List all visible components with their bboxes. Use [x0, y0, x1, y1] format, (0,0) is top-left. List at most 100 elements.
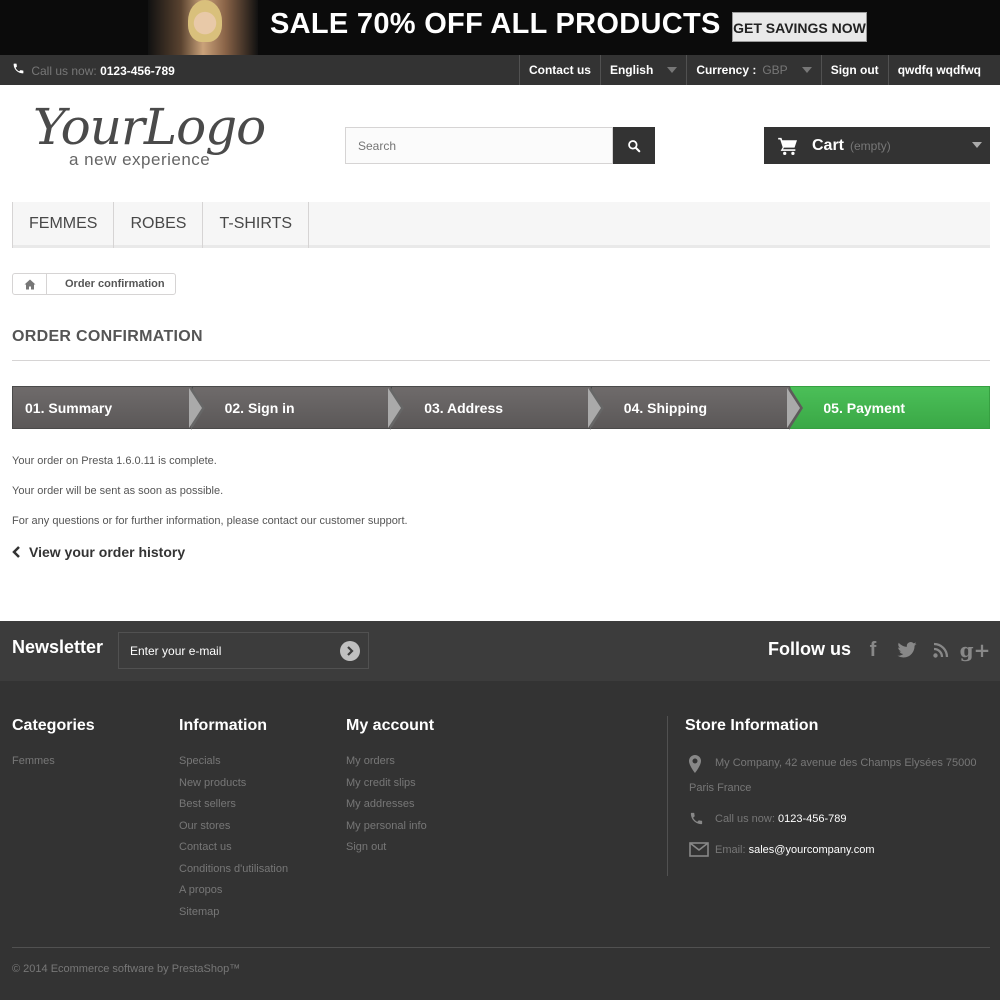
search-input[interactable] — [345, 127, 613, 164]
step-label: 02. Sign in — [224, 400, 295, 416]
sign-out-link[interactable]: Sign out — [820, 55, 888, 85]
order-sent-message: Your order will be sent as soon as possi… — [12, 485, 224, 497]
home-icon — [24, 279, 35, 289]
step-label: 04. Shipping — [623, 400, 708, 416]
footer-link[interactable]: A propos — [179, 880, 288, 902]
main-menu: Femmes Robes T-shirts — [12, 202, 990, 248]
top-nav: Call us now: 0123-456-789 Contact us Eng… — [0, 55, 1000, 85]
menu-item-femmes[interactable]: Femmes — [12, 202, 115, 248]
chevron-down-icon — [972, 142, 982, 148]
contact-us-link[interactable]: Contact us — [518, 55, 600, 85]
step-summary: 01. Summary — [12, 386, 205, 430]
footer-link[interactable]: My orders — [346, 751, 434, 773]
step-shipping: 04. Shipping — [590, 386, 804, 430]
newsletter-title: Newsletter — [12, 637, 104, 657]
store-phone: Call us now: 0123-456-789 — [685, 807, 990, 832]
menu-item-tshirts[interactable]: T-shirts — [203, 202, 310, 248]
checkout-steps: 01. Summary 02. Sign in 03. Address 04. … — [12, 386, 990, 430]
order-history-label: View your order history — [29, 544, 186, 560]
breadcrumb: Order confirmation — [12, 273, 176, 295]
footer-account-title: My account — [346, 717, 435, 734]
store-email: Email: sales@yourcompany.com — [685, 838, 990, 863]
store-information: Store Information My Company, 42 avenue … — [685, 717, 990, 863]
store-address: My Company, 42 avenue des Champs Elysées… — [685, 751, 990, 776]
footer-categories-title: Categories — [12, 717, 95, 734]
social-links: f g+ — [862, 637, 991, 663]
step-address: 03. Address — [391, 386, 604, 430]
footer-link[interactable]: Sign out — [346, 837, 434, 859]
facebook-icon[interactable]: f — [862, 637, 884, 663]
menu-item-robes[interactable]: Robes — [114, 202, 204, 248]
chevron-down-icon — [801, 67, 812, 73]
promo-banner[interactable]: SALE 70% OFF ALL PRODUCTS GET SAVINGS NO… — [0, 0, 1000, 55]
order-history-link[interactable]: View your order history — [12, 544, 185, 560]
divider — [12, 947, 990, 948]
search-button[interactable] — [613, 127, 655, 164]
banner-headline: SALE 70% OFF ALL PRODUCTS — [270, 8, 721, 40]
phone-icon — [689, 811, 704, 836]
step-payment: 05. Payment — [790, 386, 990, 429]
divider — [667, 716, 668, 876]
get-savings-button[interactable]: GET SAVINGS NOW — [732, 12, 867, 42]
currency-label: Currency : — [696, 63, 757, 77]
footer-link[interactable]: Specials — [179, 751, 288, 773]
user-account-link[interactable]: qwdfq wqdfwq — [887, 55, 990, 85]
cart-icon — [778, 137, 797, 155]
step-sign-in: 02. Sign in — [191, 386, 405, 430]
footer-link[interactable]: My addresses — [346, 794, 434, 816]
footer-link[interactable]: Femmes — [12, 751, 95, 773]
banner-model-image — [148, 0, 258, 55]
newsletter-placeholder: Enter your e-mail — [130, 644, 222, 658]
step-label: 01. Summary — [25, 400, 113, 416]
footer-link[interactable]: My personal info — [346, 816, 434, 838]
copyright[interactable]: © 2014 Ecommerce software by PrestaShop™ — [12, 963, 240, 975]
footer-link[interactable]: My credit slips — [346, 773, 434, 795]
footer-link[interactable]: Best sellers — [179, 794, 288, 816]
newsletter-email-input[interactable]: Enter your e-mail — [118, 632, 369, 669]
store-call-prefix: Call us now: — [715, 813, 775, 825]
chevron-down-icon — [667, 67, 678, 73]
store-address-line-2: Paris France — [685, 776, 990, 801]
twitter-icon[interactable] — [896, 637, 918, 663]
divider — [12, 360, 990, 361]
phone-icon — [12, 55, 28, 85]
cart-label: Cart — [812, 136, 845, 154]
footer-link[interactable]: Conditions d'utilisation — [179, 859, 288, 881]
footer-link[interactable]: Our stores — [179, 816, 288, 838]
language-value: English — [609, 63, 654, 77]
search-icon — [628, 139, 641, 152]
cart-button[interactable]: Cart (empty) — [764, 127, 990, 164]
store-information-title: Store Information — [685, 717, 819, 734]
footer-link[interactable]: Contact us — [179, 837, 288, 859]
currency-select[interactable]: Currency : GBP — [686, 55, 820, 85]
newsletter-submit-button[interactable] — [340, 641, 360, 661]
store-email-prefix: Email: — [715, 844, 746, 856]
store-email-link[interactable]: sales@yourcompany.com — [749, 844, 875, 856]
address-line-1: My Company, 42 avenue des Champs Elysées… — [715, 757, 977, 769]
follow-us-title: Follow us — [768, 639, 851, 659]
rss-icon[interactable] — [930, 637, 952, 663]
search-bar — [345, 127, 655, 164]
step-label: 03. Address — [424, 400, 504, 416]
chevron-right-icon — [347, 646, 354, 656]
call-us: Call us now: 0123-456-789 — [12, 55, 175, 85]
store-phone-number: 0123-456-789 — [777, 813, 847, 825]
step-label: 05. Payment — [823, 400, 906, 416]
page-title: Order confirmation — [12, 328, 203, 345]
footer-my-account: My account My orders My credit slips My … — [346, 717, 434, 859]
support-message: For any questions or for further informa… — [12, 515, 408, 527]
footer-link[interactable]: New products — [179, 773, 288, 795]
call-prefix: Call us now: — [31, 64, 97, 78]
language-select[interactable]: English — [599, 55, 686, 85]
google-plus-icon[interactable]: g+ — [960, 637, 991, 663]
footer-categories: Categories Femmes — [12, 717, 95, 773]
footer-information: Information Specials New products Best s… — [179, 717, 288, 923]
site-logo[interactable]: YourLogo a new experience — [33, 102, 273, 172]
footer-information-title: Information — [179, 717, 267, 734]
phone-number: 0123-456-789 — [100, 64, 175, 78]
footer-link[interactable]: Sitemap — [179, 902, 288, 924]
currency-value: GBP — [762, 63, 788, 77]
logo-tagline: a new experience — [69, 150, 211, 169]
breadcrumb-home[interactable] — [13, 274, 47, 294]
envelope-icon — [689, 842, 709, 867]
